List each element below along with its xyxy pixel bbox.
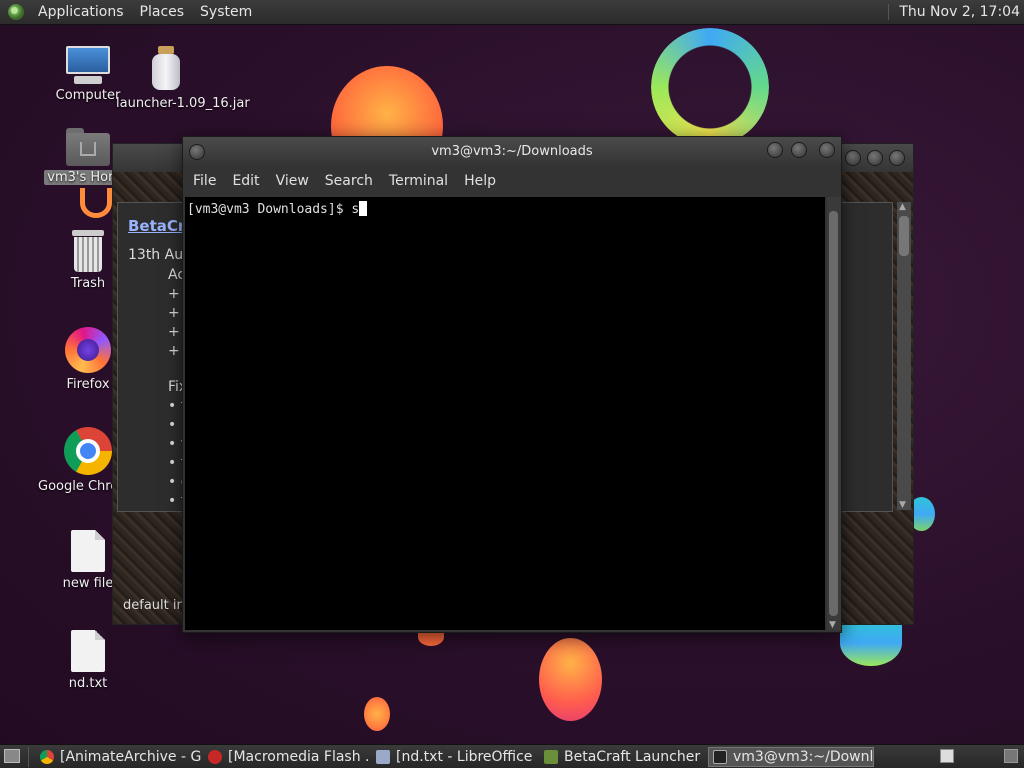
text-cursor — [359, 201, 368, 216]
menu-edit[interactable]: Edit — [224, 173, 267, 189]
scroll-up-arrow-icon[interactable]: ▲ — [899, 202, 906, 212]
taskbar-item-label: [Macromedia Flash ... — [228, 749, 370, 765]
scrollbar-thumb[interactable] — [829, 211, 838, 616]
taskbar-item-label: [AnimateArchive - G... — [60, 749, 202, 765]
wallpaper-orange-ring — [80, 188, 112, 218]
maximize-button[interactable] — [867, 150, 883, 166]
chrome-icon — [64, 427, 112, 475]
distro-logo-icon[interactable] — [8, 4, 24, 20]
close-button[interactable] — [889, 150, 905, 166]
desktop-icon-nd-txt[interactable]: nd.txt — [38, 630, 138, 691]
taskbar-item-macromedia-flash[interactable]: [Macromedia Flash ... — [204, 747, 370, 767]
changelog-scrollbar[interactable]: ▲ ▼ — [897, 202, 911, 510]
terminal-scrollbar[interactable]: ▼ — [827, 197, 841, 630]
computer-icon — [64, 46, 112, 84]
workspace-switcher[interactable] — [940, 749, 954, 763]
scroll-down-arrow-icon[interactable]: ▼ — [829, 620, 836, 630]
desktop-icon-label: Firefox — [66, 377, 110, 392]
taskbar: [AnimateArchive - G... [Macromedia Flash… — [0, 744, 1024, 768]
firefox-icon — [65, 327, 111, 373]
desktop-icon-label: Trash — [70, 276, 106, 291]
java-icon — [544, 750, 558, 764]
clock[interactable]: Thu Nov 2, 17:04 — [888, 4, 1020, 20]
menu-help[interactable]: Help — [456, 173, 504, 189]
menu-file[interactable]: File — [185, 173, 224, 189]
taskbar-item-animatearchive[interactable]: [AnimateArchive - G... — [36, 747, 202, 767]
desktop-icon-label: Computer — [55, 88, 121, 103]
terminal-menubar: File Edit View Search Terminal Help — [183, 167, 841, 195]
flash-icon — [208, 750, 222, 764]
taskbar-item-label: BetaCraft Launcher ... — [564, 749, 706, 765]
wallpaper-small-egg — [364, 697, 390, 731]
taskbar-item-terminal[interactable]: vm3@vm3:~/Downl... — [708, 747, 874, 767]
menu-search[interactable]: Search — [317, 173, 381, 189]
close-button[interactable] — [819, 142, 835, 158]
file-icon — [71, 530, 105, 572]
terminal-prompt-line: [vm3@vm3 Downloads]$ s — [187, 201, 368, 217]
window-title: vm3@vm3:~/Downloads — [431, 144, 593, 159]
window-titlebar[interactable]: vm3@vm3:~/Downloads — [183, 137, 841, 167]
trash-applet-icon[interactable] — [1004, 749, 1018, 763]
document-icon — [376, 750, 390, 764]
wallpaper-ring — [651, 28, 769, 146]
desktop-icon-label: new file — [62, 576, 114, 591]
desktop-icon-launcher-jar[interactable]: launcher-1.09_16.jar — [116, 46, 250, 111]
taskbar-item-libreoffice[interactable]: [nd.txt - LibreOffice ... — [372, 747, 538, 767]
desktop-icon-label: launcher-1.09_16.jar — [116, 96, 250, 111]
menu-terminal[interactable]: Terminal — [381, 173, 456, 189]
scrollbar-thumb[interactable] — [899, 216, 909, 256]
minimize-button[interactable] — [845, 150, 861, 166]
top-panel: Applications Places System Thu Nov 2, 17… — [0, 0, 1024, 25]
show-desktop-icon[interactable] — [4, 749, 20, 763]
taskbar-item-label: [nd.txt - LibreOffice ... — [396, 749, 538, 765]
chrome-icon — [40, 750, 54, 764]
jar-file-icon — [150, 46, 182, 92]
places-menu[interactable]: Places — [132, 4, 193, 20]
wallpaper-orange-egg — [539, 638, 602, 721]
taskbar-item-label: vm3@vm3:~/Downl... — [733, 749, 874, 765]
system-menu[interactable]: System — [192, 4, 260, 20]
terminal-output[interactable]: [vm3@vm3 Downloads]$ s — [185, 197, 825, 630]
menu-view[interactable]: View — [268, 173, 317, 189]
minimize-button[interactable] — [767, 142, 783, 158]
terminal-window[interactable]: vm3@vm3:~/Downloads File Edit View Searc… — [182, 136, 842, 633]
maximize-button[interactable] — [791, 142, 807, 158]
trash-icon — [70, 230, 106, 272]
taskbar-item-betacraft[interactable]: BetaCraft Launcher ... — [540, 747, 706, 767]
wallpaper-blue-shape — [840, 620, 902, 666]
desktop-icon-label: nd.txt — [68, 676, 108, 691]
terminal-icon — [713, 750, 727, 764]
file-icon — [71, 630, 105, 672]
taskbar-separator — [28, 747, 29, 767]
home-folder-icon — [66, 128, 110, 166]
prompt-text: [vm3@vm3 Downloads]$ s — [187, 202, 360, 217]
scroll-down-arrow-icon[interactable]: ▼ — [899, 500, 906, 510]
applications-menu[interactable]: Applications — [30, 4, 132, 20]
